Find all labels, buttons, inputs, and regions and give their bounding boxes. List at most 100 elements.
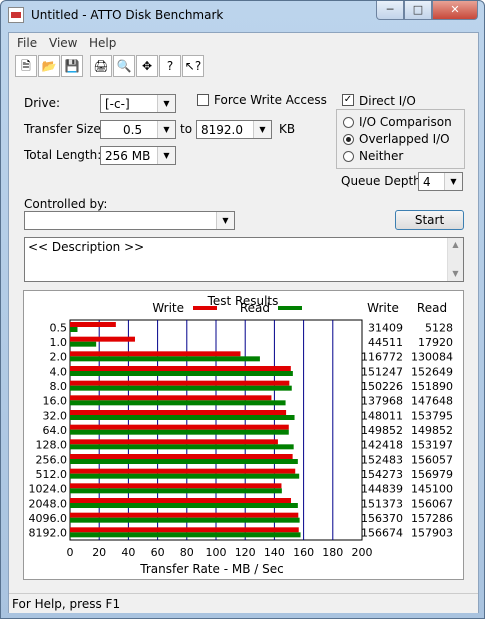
read-value: 157286	[411, 512, 453, 525]
controlled-by-select[interactable]: ▼	[24, 211, 235, 230]
y-tick-label: 256.0	[36, 453, 68, 466]
y-tick-label: 2.0	[50, 351, 68, 364]
description-textarea[interactable]: << Description >> ▲ ▼	[24, 237, 464, 282]
write-bar	[70, 424, 289, 430]
y-tick-label: 32.0	[43, 409, 68, 422]
read-bar	[70, 444, 294, 450]
menu-help[interactable]: Help	[89, 36, 116, 50]
column-read-header: Read	[417, 301, 447, 315]
overlapped-io-label: Overlapped I/O	[359, 132, 450, 146]
write-value: 156370	[361, 512, 403, 525]
write-bar	[70, 454, 293, 459]
write-bar	[70, 366, 291, 371]
read-bar	[70, 385, 292, 391]
y-tick-label: 1.0	[50, 336, 68, 349]
save-icon[interactable]: 💾	[61, 55, 83, 77]
read-value: 156067	[411, 497, 453, 510]
x-tick-label: 100	[206, 546, 227, 559]
context-help-icon[interactable]: ↖?	[182, 55, 204, 77]
help-icon[interactable]: ?	[159, 55, 181, 77]
write-value: 31409	[368, 321, 403, 334]
drive-select[interactable]: [-c-] ▼	[100, 94, 176, 113]
x-tick-label: 120	[235, 546, 256, 559]
read-bar	[70, 503, 298, 508]
transfer-size-from-select[interactable]: 0.5 ▼	[100, 120, 176, 139]
total-length-label: Total Length:	[24, 148, 102, 162]
write-bar	[70, 527, 299, 533]
y-tick-label: 2048.0	[29, 497, 68, 510]
client-area: File View Help 🗎 📂 💾 🖨 🔍 ✥ ? ↖? Drive: […	[8, 32, 479, 613]
transfer-size-to-select[interactable]: 8192.0 ▼	[196, 120, 272, 139]
print-preview-icon[interactable]: 🔍	[113, 55, 135, 77]
write-value: 148011	[361, 409, 403, 422]
atto-app-icon[interactable]	[8, 7, 24, 23]
write-value: 152483	[361, 453, 403, 466]
description-scrollbar[interactable]: ▲ ▼	[447, 238, 463, 281]
write-value: 142418	[361, 439, 403, 452]
total-length-select[interactable]: 256 MB ▼	[100, 146, 176, 165]
write-value: 150226	[361, 380, 403, 393]
read-value: 157903	[411, 527, 453, 540]
plot-area: 0 20 40 60 80 100 120 140 160 180 200 0.5 31409 5128 1…	[29, 319, 453, 559]
scroll-up-icon[interactable]: ▲	[448, 238, 463, 252]
open-folder-icon[interactable]: 📂	[38, 55, 60, 77]
status-text: For Help, press F1	[12, 597, 121, 611]
write-bar	[70, 351, 241, 357]
y-tick-label: 1024.0	[29, 483, 68, 496]
legend-write-label: Write	[152, 301, 184, 315]
legend-read-label: Read	[240, 301, 270, 315]
y-tick-label: 64.0	[43, 424, 68, 437]
close-button[interactable]: ✕	[432, 1, 478, 20]
read-value: 151890	[411, 380, 453, 393]
start-button[interactable]: Start	[395, 210, 464, 230]
chevron-down-icon[interactable]: ▼	[157, 147, 175, 164]
read-bar	[70, 473, 300, 479]
x-tick-label: 40	[121, 546, 135, 559]
read-value: 156057	[411, 453, 453, 466]
write-value: 44511	[368, 336, 403, 349]
read-bar	[70, 488, 282, 494]
queue-depth-label: Queue Depth:	[341, 174, 425, 188]
y-tick-label: 8192.0	[29, 527, 68, 540]
read-bar	[70, 415, 295, 420]
scroll-down-icon[interactable]: ▼	[448, 267, 463, 281]
minimize-button[interactable]: ─	[376, 1, 404, 20]
x-tick-label: 20	[92, 546, 106, 559]
y-tick-label: 16.0	[43, 395, 68, 408]
chevron-down-icon[interactable]: ▼	[157, 95, 175, 112]
read-bar	[70, 341, 97, 347]
read-value: 153795	[411, 409, 453, 422]
maximize-button[interactable]: □	[404, 1, 432, 20]
menu-bar: File View Help	[9, 33, 478, 53]
y-tick-label: 512.0	[36, 468, 68, 481]
read-value: 145100	[411, 483, 453, 496]
new-file-icon[interactable]: 🗎	[15, 55, 37, 77]
menu-file[interactable]: File	[17, 36, 37, 50]
write-value: 154273	[361, 468, 403, 481]
write-value: 137968	[361, 395, 403, 408]
chevron-down-icon[interactable]: ▼	[444, 173, 462, 190]
chevron-down-icon[interactable]: ▼	[157, 121, 175, 138]
kb-label: KB	[279, 122, 296, 136]
chevron-down-icon[interactable]: ▼	[216, 212, 234, 229]
queue-depth-select[interactable]: 4 ▼	[418, 172, 463, 191]
neither-radio[interactable]	[343, 151, 354, 162]
read-value: 156979	[411, 468, 453, 481]
write-bar	[70, 512, 299, 518]
move-icon[interactable]: ✥	[136, 55, 158, 77]
transfer-size-label: Transfer Size:	[24, 122, 105, 136]
menu-view[interactable]: View	[49, 36, 77, 50]
y-tick-label: 0.5	[50, 321, 68, 334]
force-write-checkbox[interactable]	[197, 94, 209, 106]
chevron-down-icon[interactable]: ▼	[253, 121, 271, 138]
io-comparison-radio[interactable]	[343, 117, 354, 128]
overlapped-io-radio[interactable]	[343, 134, 354, 145]
title-bar[interactable]: Untitled - ATTO Disk Benchmark ─ □ ✕	[1, 1, 484, 31]
read-bar	[70, 532, 301, 538]
read-bar	[70, 356, 260, 362]
read-bar	[70, 371, 293, 376]
print-icon[interactable]: 🖨	[90, 55, 112, 77]
toolbar: 🗎 📂 💾 🖨 🔍 ✥ ? ↖?	[15, 55, 204, 79]
direct-io-checkbox[interactable]: ✓	[342, 94, 354, 106]
controlled-by-label: Controlled by:	[24, 197, 108, 211]
